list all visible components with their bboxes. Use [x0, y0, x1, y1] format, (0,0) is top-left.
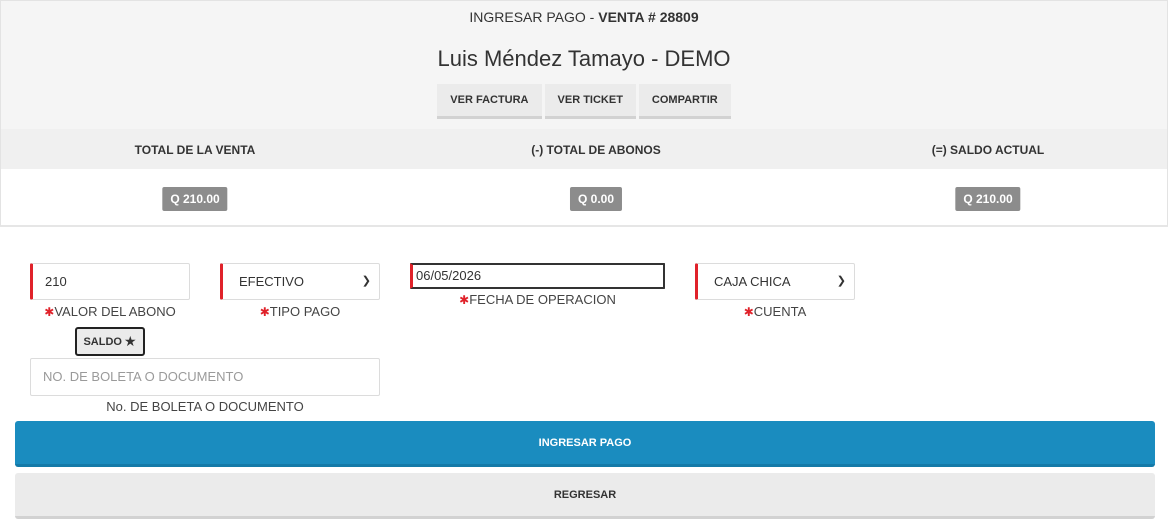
totals-values-row: Q 210.00 Q 0.00 Q 210.00 — [1, 169, 1167, 225]
asterisk-icon: ✱ — [44, 305, 55, 319]
total-venta-badge: Q 210.00 — [162, 187, 228, 211]
client-name: Luis Méndez Tamayo - DEMO — [437, 46, 731, 71]
valor-abono-label: ✱VALOR DEL ABONO — [30, 304, 190, 319]
page-title-prefix: INGRESAR PAGO - — [469, 9, 599, 25]
total-abonos-label: (-) TOTAL DE ABONOS — [531, 143, 661, 157]
saldo-button-label: SALDO — [83, 335, 122, 348]
total-venta-label: TOTAL DE LA VENTA — [134, 143, 256, 157]
ver-factura-button[interactable]: VER FACTURA — [437, 84, 542, 119]
tipo-pago-value: EFECTIVO — [239, 274, 305, 289]
cuenta-label-text: CUENTA — [753, 304, 807, 319]
total-abonos-badge: Q 0.00 — [569, 187, 623, 211]
fecha-operacion-label: ✱FECHA DE OPERACION — [410, 292, 665, 307]
tipo-pago-label: ✱TIPO PAGO — [220, 304, 380, 319]
valor-abono-label-text: VALOR DEL ABONO — [54, 304, 176, 319]
saldo-actual-badge: Q 210.00 — [955, 187, 1021, 211]
ver-ticket-button[interactable]: VER TICKET — [544, 84, 636, 119]
cuenta-value: CAJA CHICA — [714, 274, 791, 289]
asterisk-icon: ✱ — [259, 305, 270, 319]
saldo-button[interactable]: SALDO ★ — [75, 327, 145, 356]
star-icon: ★ — [123, 333, 137, 349]
page-title: INGRESAR PAGO - VENTA # 28809 — [1, 9, 1167, 25]
chevron-down-icon: ❯ — [361, 275, 371, 287]
tipo-pago-select[interactable]: EFECTIVO ❯ — [220, 263, 380, 300]
venta-number: VENTA # 28809 — [598, 9, 699, 25]
asterisk-icon: ✱ — [743, 305, 754, 319]
cuenta-select[interactable]: CAJA CHICA ❯ — [695, 263, 855, 300]
regresar-button[interactable]: REGRESAR — [15, 473, 1155, 519]
fecha-operacion-label-text: FECHA DE OPERACION — [469, 292, 616, 307]
asterisk-icon: ✱ — [459, 293, 470, 307]
payment-header-panel: INGRESAR PAGO - VENTA # 28809 Luis Ménde… — [0, 0, 1168, 227]
chevron-down-icon: ❯ — [836, 275, 846, 287]
valor-abono-input[interactable]: 210 — [30, 263, 190, 300]
fecha-operacion-input[interactable]: 06/05/2026 — [410, 263, 665, 289]
totals-header-row: TOTAL DE LA VENTA (-) TOTAL DE ABONOS (=… — [1, 129, 1167, 169]
ingresar-pago-button[interactable]: INGRESAR PAGO — [15, 421, 1155, 467]
cuenta-label: ✱CUENTA — [695, 304, 855, 319]
tipo-pago-label-text: TIPO PAGO — [269, 304, 341, 319]
compartir-button[interactable]: COMPARTIR — [638, 84, 731, 119]
boleta-label: No. DE BOLETA O DOCUMENTO — [106, 399, 304, 414]
document-actions: VER FACTURA VER TICKET COMPARTIR — [1, 84, 1167, 119]
saldo-actual-label: (=) SALDO ACTUAL — [931, 143, 1045, 157]
boleta-input[interactable]: NO. DE BOLETA O DOCUMENTO — [30, 358, 380, 396]
